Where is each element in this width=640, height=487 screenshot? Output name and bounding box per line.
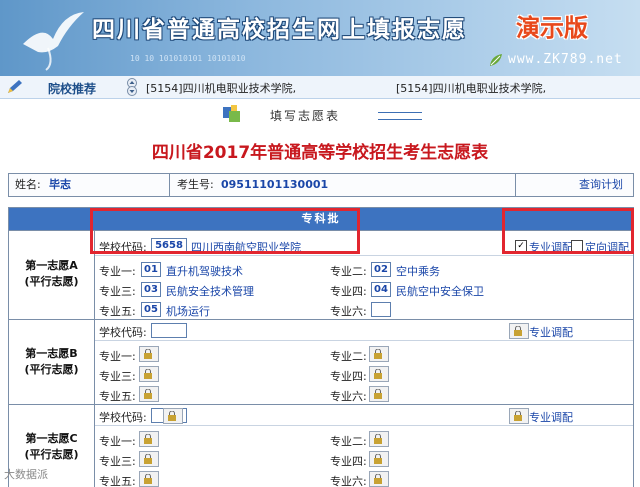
demo-badge: 演示版 xyxy=(516,14,588,42)
major-1-code-input[interactable]: 01 xyxy=(141,262,161,277)
divider xyxy=(515,174,516,196)
adjust-label: 专业调配 xyxy=(529,411,573,424)
major-5-label: 专业五: xyxy=(99,390,136,403)
scroll-arrows-icon[interactable] xyxy=(126,78,138,96)
watermark: 大数据派 xyxy=(4,468,48,481)
lock-icon xyxy=(163,408,183,424)
lock-icon xyxy=(369,346,389,362)
group-name-cell: 第一志愿A (平行志愿) xyxy=(9,231,95,319)
recommend-label: 院校推荐 xyxy=(48,82,97,96)
page-title: 四川省2017年普通高等学校招生考生志愿表 xyxy=(151,143,489,163)
choice-group-b: 第一志愿B (平行志愿) 学校代码: 专业调配 专业一: 专业二: 专业三: 专… xyxy=(9,319,633,404)
major-5-label: 专业五: xyxy=(99,475,136,487)
major-2-code-input[interactable]: 02 xyxy=(371,262,391,277)
group-name-cell: 第一志愿B (平行志愿) xyxy=(9,320,95,404)
banner-url: www.ZK789.net xyxy=(508,52,623,67)
school-code-label: 学校代码: xyxy=(99,326,147,339)
lock-icon xyxy=(509,408,529,424)
major-2-label: 专业二: xyxy=(330,350,367,363)
major-1-label: 专业一: xyxy=(99,350,136,363)
major-5-name: 机场运行 xyxy=(166,305,210,318)
major-4-label: 专业四: xyxy=(330,370,367,383)
lock-icon xyxy=(369,451,389,467)
lock-icon xyxy=(369,386,389,402)
group-subtitle: (平行志愿) xyxy=(24,275,79,288)
recommend-item[interactable]: [5154]四川机电职业技术学院, xyxy=(146,80,296,96)
recommend-bar: 院校推荐 [5154]四川机电职业技术学院, [5154]四川机电职业技术学院, xyxy=(0,76,640,99)
highlight-box-adjust xyxy=(502,208,634,254)
major-2-name: 空中乘务 xyxy=(396,265,440,278)
major-5-code-input[interactable]: 05 xyxy=(141,302,161,317)
major-2-label: 专业二: xyxy=(330,435,367,448)
lock-icon xyxy=(139,346,159,362)
lock-icon xyxy=(369,471,389,487)
row-divider xyxy=(95,340,633,341)
major-6-code-input[interactable] xyxy=(371,302,391,317)
seagull-logo-icon xyxy=(23,12,84,71)
group-subtitle: (平行志愿) xyxy=(24,448,79,461)
name-value: 毕志 xyxy=(49,178,71,191)
major-3-name: 民航安全技术管理 xyxy=(166,285,254,298)
group-name: 第一志愿C xyxy=(25,432,78,445)
major-3-label: 专业三: xyxy=(99,285,136,298)
divider xyxy=(169,174,170,196)
lock-icon xyxy=(139,471,159,487)
student-info-bar: 姓名: 毕志 考生号: 09511101130001 查询计划 xyxy=(8,173,634,197)
major-2-label: 专业二: xyxy=(330,265,367,278)
subheading-text: 填写志愿表 xyxy=(270,109,341,123)
banner-title: 四川省普通高校招生网上填报志愿 xyxy=(92,17,467,43)
major-6-label: 专业六: xyxy=(330,305,367,318)
lock-icon xyxy=(139,366,159,382)
pen-icon xyxy=(8,80,22,93)
major-3-label: 专业三: xyxy=(99,455,136,468)
major-6-label: 专业六: xyxy=(330,475,367,487)
recommend-item[interactable]: [5154]四川机电职业技术学院, xyxy=(396,80,546,96)
subheading-decoration xyxy=(378,112,422,120)
major-1-name: 直升机驾驶技术 xyxy=(166,265,243,278)
major-3-code-input[interactable]: 03 xyxy=(141,282,161,297)
highlight-box-school xyxy=(90,208,360,254)
lock-icon xyxy=(139,451,159,467)
major-4-name: 民航空中安全保卫 xyxy=(396,285,484,298)
major-4-label: 专业四: xyxy=(330,285,367,298)
leaf-icon xyxy=(490,54,502,66)
lock-icon xyxy=(509,323,529,339)
name-label: 姓名: xyxy=(15,178,41,191)
adjust-label: 专业调配 xyxy=(529,326,573,339)
school-code-label: 学校代码: xyxy=(99,411,147,424)
row-divider xyxy=(95,425,633,426)
school-code-input[interactable] xyxy=(151,323,187,338)
major-1-label: 专业一: xyxy=(99,265,136,278)
banner-binary-decoration: 10 10 101010101 10101010 xyxy=(130,54,246,63)
row-divider xyxy=(95,255,633,256)
query-plan-link[interactable]: 查询计划 xyxy=(579,174,623,196)
lock-icon xyxy=(139,431,159,447)
lock-icon xyxy=(369,431,389,447)
major-3-label: 专业三: xyxy=(99,370,136,383)
major-4-code-input[interactable]: 04 xyxy=(371,282,391,297)
major-4-label: 专业四: xyxy=(330,455,367,468)
exam-id-label: 考生号: xyxy=(177,178,214,191)
header-banner: 四川省普通高校招生网上填报志愿 演示版 10 10 101010101 1010… xyxy=(0,0,640,76)
major-5-label: 专业五: xyxy=(99,305,136,318)
choice-group-c: 第一志愿C (平行志愿) 学校代码: 专业调配 专业一: 专业二: 专业三: 专… xyxy=(9,404,633,487)
lock-icon xyxy=(369,366,389,382)
group-name: 第一志愿A xyxy=(25,259,78,272)
group-name: 第一志愿B xyxy=(25,347,78,360)
major-1-label: 专业一: xyxy=(99,435,136,448)
exam-id-value: 09511101130001 xyxy=(221,178,329,191)
form-icon xyxy=(223,105,240,122)
group-subtitle: (平行志愿) xyxy=(24,363,79,376)
lock-icon xyxy=(139,386,159,402)
major-6-label: 专业六: xyxy=(330,390,367,403)
